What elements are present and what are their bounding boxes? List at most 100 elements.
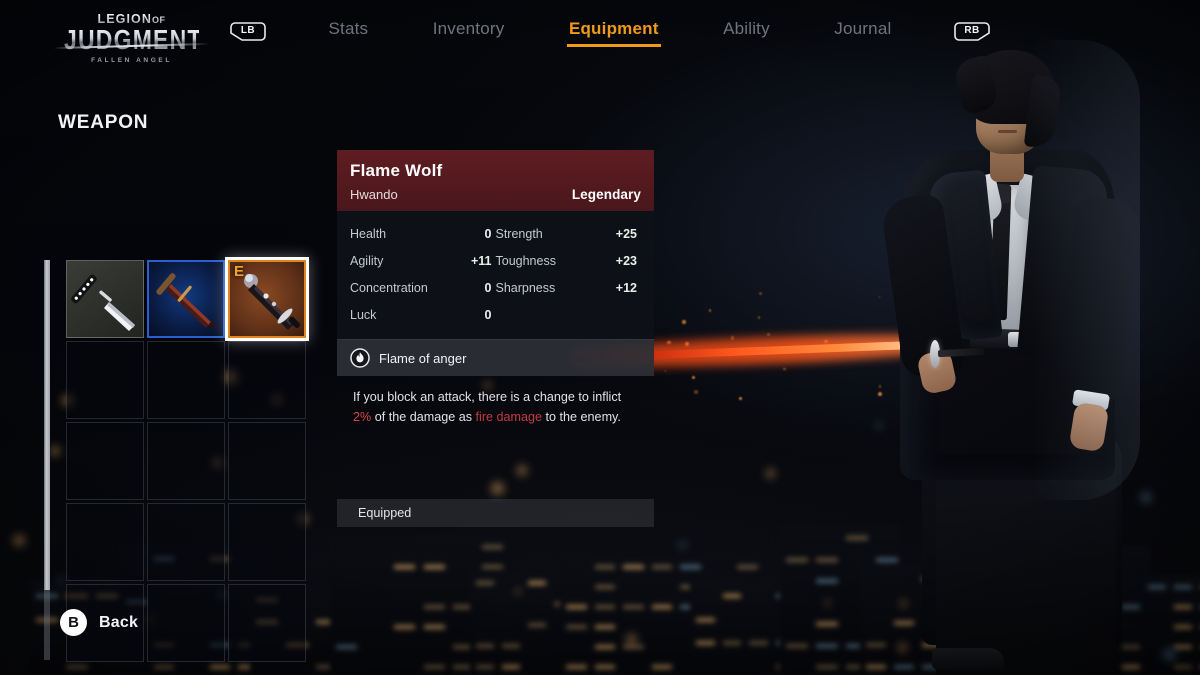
weapon-slot-empty[interactable] xyxy=(147,503,225,581)
tab-ability-label: Ability xyxy=(723,19,770,38)
item-name: Flame Wolf xyxy=(350,161,443,180)
city-window xyxy=(816,622,838,627)
city-window xyxy=(394,625,416,629)
city-bokeh xyxy=(515,588,521,595)
city-window xyxy=(623,645,644,649)
lb-bumper-icon[interactable]: LB xyxy=(230,21,266,42)
city-window xyxy=(623,605,644,609)
mouth xyxy=(998,130,1017,133)
rb-bumper-icon[interactable]: RB xyxy=(954,21,990,42)
city-window xyxy=(154,665,174,669)
tab-equipment-label: Equipment xyxy=(568,19,659,38)
city-window xyxy=(816,557,838,562)
logo-subtitle: FALLEN ANGEL xyxy=(91,56,172,64)
weapon-slot-empty[interactable] xyxy=(228,422,306,500)
weapon-slot-filled[interactable] xyxy=(147,260,225,338)
item-stat-label: Sharpness xyxy=(495,280,556,295)
city-window xyxy=(423,565,445,569)
footer-hint[interactable]: B Back xyxy=(60,609,138,636)
city-window xyxy=(786,557,808,562)
city-window xyxy=(816,579,838,584)
weapon-slot-filled[interactable] xyxy=(66,260,144,338)
inventory-scrollbar[interactable] xyxy=(44,260,50,660)
ember-particle xyxy=(682,320,686,324)
weapon-section-title: WEAPON xyxy=(58,112,149,133)
city-window xyxy=(696,617,715,622)
ember-particle xyxy=(766,332,770,336)
weapon-slot-empty[interactable] xyxy=(228,341,306,419)
city-window xyxy=(336,645,358,649)
item-stat-value: 0 xyxy=(484,226,492,241)
weapon-slot-empty[interactable] xyxy=(228,584,306,662)
weapon-slot-empty[interactable] xyxy=(147,422,225,500)
tab-ability[interactable]: Ability xyxy=(721,15,772,47)
city-window xyxy=(722,593,742,598)
city-window xyxy=(651,565,673,569)
ember-particle xyxy=(783,367,786,371)
item-stat-cell: Strength +25 xyxy=(496,227,642,241)
city-bokeh xyxy=(679,541,686,549)
city-window xyxy=(476,581,494,585)
item-detail-panel: Flame Wolf Hwando Legendary Health 0 Stren… xyxy=(337,150,654,528)
weapon-slot-empty[interactable] xyxy=(66,422,144,500)
item-stat-label: Agility xyxy=(350,253,384,268)
city-window xyxy=(476,644,494,648)
city-bokeh xyxy=(626,633,638,645)
city-window xyxy=(594,625,616,629)
city-window xyxy=(594,645,616,649)
weapon-slot-empty[interactable] xyxy=(147,584,225,662)
weapon-slot-empty[interactable] xyxy=(66,503,144,581)
city-window xyxy=(476,665,494,669)
tab-inventory[interactable]: Inventory xyxy=(431,15,507,47)
character-shoe xyxy=(932,648,1004,670)
item-stat-label: Health xyxy=(350,226,387,241)
item-stat-cell: Sharpness +12 xyxy=(496,281,642,295)
item-stat-cell: Health 0 xyxy=(350,227,496,241)
city-window xyxy=(786,643,808,648)
weapon-slot-empty[interactable] xyxy=(147,341,225,419)
tab-journal[interactable]: Journal xyxy=(832,15,893,47)
item-status-label: Equipped xyxy=(358,506,412,521)
city-window xyxy=(722,641,742,646)
item-rarity-badge: Legendary xyxy=(571,187,641,202)
equipped-badge: E xyxy=(234,263,245,280)
tab-stats[interactable]: Stats xyxy=(326,15,370,47)
b-button-glyph: B xyxy=(68,614,79,631)
tab-stats-label: Stats xyxy=(328,19,369,38)
city-window xyxy=(481,565,503,569)
city-window xyxy=(502,644,520,648)
lb-bumper-label: LB xyxy=(240,25,256,36)
top-header: LEGIONOF JUDGMENT FALLEN ANGEL LB Stats … xyxy=(0,0,1200,64)
city-window xyxy=(594,585,616,589)
city-window xyxy=(594,605,616,609)
item-stats-block: Health 0 Strength +25 Agility +11 Toughness +23… xyxy=(337,211,654,340)
logo-judgment-text: JUDGMENT xyxy=(64,23,203,56)
city-window xyxy=(749,641,768,646)
item-header-subrow: Hwando Legendary xyxy=(350,187,641,202)
city-window xyxy=(651,665,673,669)
city-window xyxy=(566,605,587,609)
item-header: Flame Wolf Hwando Legendary xyxy=(337,150,654,211)
ember-particle xyxy=(694,390,698,394)
weapon-slot-filled[interactable]: E xyxy=(225,257,309,341)
rb-bumper-label: RB xyxy=(964,25,980,36)
city-window xyxy=(816,665,838,669)
city-window xyxy=(502,665,520,669)
weapon-slot-empty[interactable] xyxy=(66,341,144,419)
weapon-slot-empty[interactable] xyxy=(228,503,306,581)
city-window xyxy=(623,565,644,569)
city-bokeh xyxy=(50,446,60,456)
ember-particle xyxy=(739,396,743,400)
character-model xyxy=(559,0,1200,675)
tab-equipment[interactable]: Equipment xyxy=(566,15,661,47)
ember-particle xyxy=(757,316,761,319)
city-window xyxy=(651,605,673,609)
item-stat-label: Concentration xyxy=(350,280,428,295)
city-window xyxy=(566,665,587,669)
city-window xyxy=(566,625,587,629)
city-window xyxy=(696,641,715,646)
b-button-icon[interactable]: B xyxy=(60,609,87,636)
item-stat-label: Strength xyxy=(495,226,543,241)
tab-active-underline xyxy=(566,44,661,47)
scrollbar-thumb[interactable] xyxy=(44,260,50,590)
